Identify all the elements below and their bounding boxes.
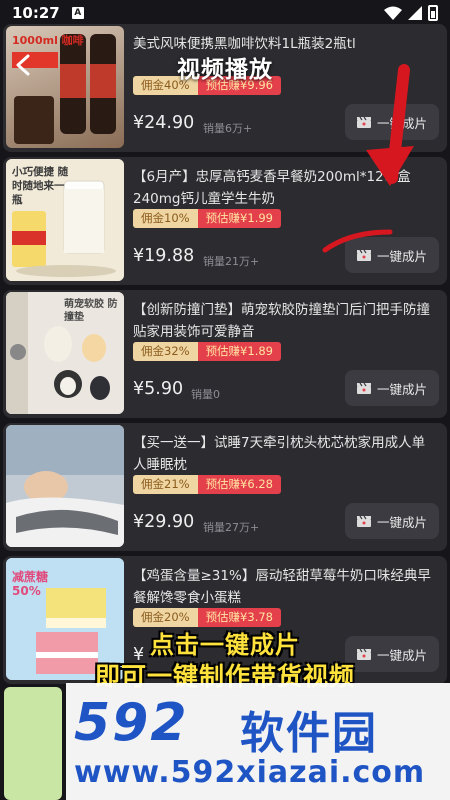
page-title: 视频播放 [177,57,273,83]
watermark-banner: 592 软件园 www.592xiazai.com [0,683,450,800]
caption-line-1: 点击一键成片 [150,631,300,659]
status-icons [384,5,438,21]
status-time: 10:27 [12,4,60,22]
wifi-icon [384,6,402,20]
signal-icon [408,6,422,20]
watermark-name: 软件园 [240,708,378,759]
app-notification-icon: A [71,7,84,19]
status-bar: 10:27 A [0,0,450,26]
watermark-logo: 592 [74,693,189,753]
watermark-url: www.592xiazai.com [74,755,426,790]
product-thumbnail [4,687,62,800]
battery-icon [428,5,438,21]
